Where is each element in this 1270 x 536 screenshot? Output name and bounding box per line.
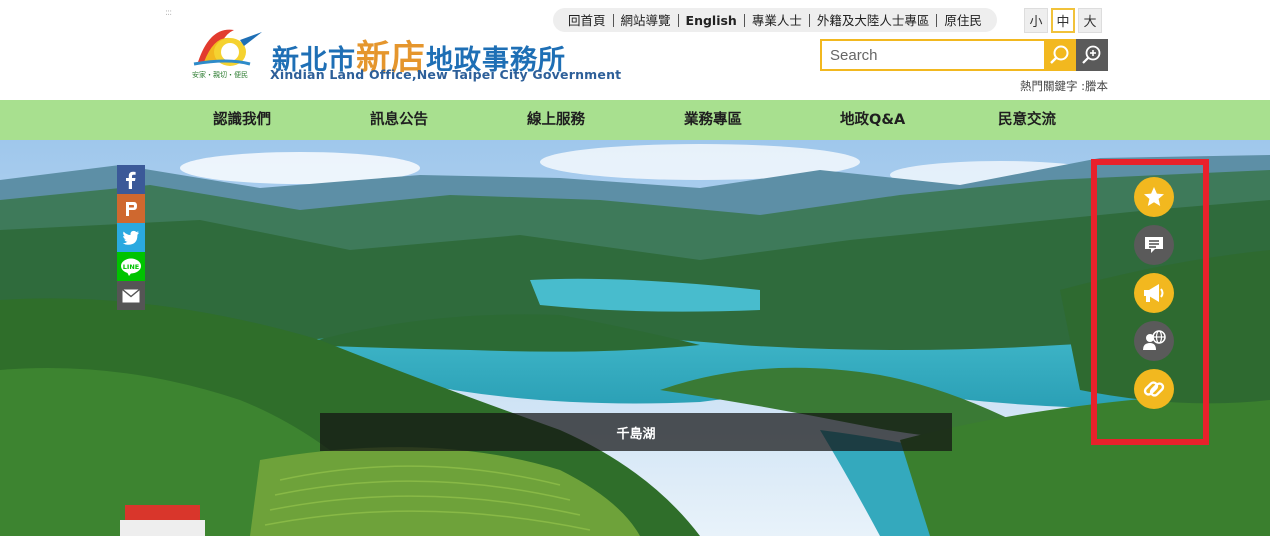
twitter-icon <box>122 230 139 245</box>
toplink-foreigners[interactable]: 外籍及大陸人士專區 <box>810 13 938 27</box>
banner-caption: 千島湖 <box>320 413 952 451</box>
search-button[interactable] <box>1044 39 1076 71</box>
toplink-sitemap[interactable]: 網站導覽 <box>614 13 679 27</box>
nav-item-online-services[interactable]: 線上服務 <box>527 100 585 140</box>
email-share-button[interactable] <box>117 281 145 310</box>
advanced-search-button[interactable] <box>1076 39 1108 71</box>
hero-banner[interactable]: 千島湖 <box>0 140 1270 536</box>
nav-item-qa[interactable]: 地政Q&A <box>840 100 905 140</box>
hot-keywords: 熱門關鍵字 :謄本 <box>1020 78 1108 94</box>
svg-text:LINE: LINE <box>123 263 139 271</box>
search-icon <box>1050 45 1069 64</box>
search-input[interactable] <box>820 39 1044 71</box>
top-links: 回首頁 網站導覽 English 專業人士 外籍及大陸人士專區 原住民 <box>553 8 997 32</box>
font-size-large-button[interactable]: 大 <box>1078 8 1102 33</box>
hot-keywords-label: 熱門關鍵字 : <box>1019 79 1085 93</box>
toplink-professionals[interactable]: 專業人士 <box>745 13 810 27</box>
nav-item-announcements[interactable]: 訊息公告 <box>370 100 428 140</box>
star-icon <box>1144 187 1164 206</box>
related-links-button[interactable] <box>1134 369 1174 409</box>
message-button[interactable] <box>1134 225 1174 265</box>
logo-english-name: Xindian Land Office,New Taipei City Gove… <box>270 67 622 82</box>
logo-slogan: 安家・親切・便民 <box>192 71 248 79</box>
site-logo[interactable]: 安家・親切・便民 新北市新店地政事務所 Xindian Land Office,… <box>190 18 621 86</box>
social-share-bar: LINE <box>117 165 145 310</box>
announcement-button[interactable] <box>1134 273 1174 313</box>
toplink-home[interactable]: 回首頁 <box>561 13 614 27</box>
main-nav: 認識我們 訊息公告 線上服務 業務專區 地政Q&A 民意交流 <box>0 100 1270 140</box>
twitter-share-button[interactable] <box>117 223 145 252</box>
nav-item-business[interactable]: 業務專區 <box>684 100 742 140</box>
nav-item-public-opinion[interactable]: 民意交流 <box>998 100 1056 140</box>
plurk-icon <box>126 201 137 216</box>
facebook-icon <box>126 171 136 189</box>
hot-keyword-link[interactable]: 謄本 <box>1085 79 1108 93</box>
font-size-switcher: 小 中 大 <box>1024 8 1102 33</box>
banner-landscape-image <box>0 140 1270 536</box>
nav-item-about[interactable]: 認識我們 <box>213 100 271 140</box>
plurk-share-button[interactable] <box>117 194 145 223</box>
link-icon <box>1143 381 1165 397</box>
megaphone-icon <box>1144 284 1164 302</box>
zoom-in-icon <box>1082 45 1101 64</box>
globe-user-icon <box>1143 330 1166 350</box>
favorites-button[interactable] <box>1134 177 1174 217</box>
email-icon <box>122 288 140 302</box>
accesskey-marker[interactable]: ::: <box>165 8 172 18</box>
toplink-indigenous[interactable]: 原住民 <box>937 14 989 27</box>
search-box <box>820 39 1108 71</box>
site-header: ::: 安家・親切・便民 新北市新店地政事務所 Xindian Land Off… <box>0 0 1270 100</box>
facebook-share-button[interactable] <box>117 165 145 194</box>
line-icon: LINE <box>121 258 141 276</box>
toplink-english[interactable]: English <box>679 13 745 27</box>
international-service-button[interactable] <box>1134 321 1174 361</box>
line-share-button[interactable]: LINE <box>117 252 145 281</box>
font-size-small-button[interactable]: 小 <box>1024 8 1048 33</box>
floating-quick-links-highlight <box>1091 159 1209 445</box>
chat-icon <box>1145 237 1163 253</box>
page: ::: 安家・親切・便民 新北市新店地政事務所 Xindian Land Off… <box>0 0 1270 536</box>
font-size-medium-button[interactable]: 中 <box>1051 8 1075 33</box>
